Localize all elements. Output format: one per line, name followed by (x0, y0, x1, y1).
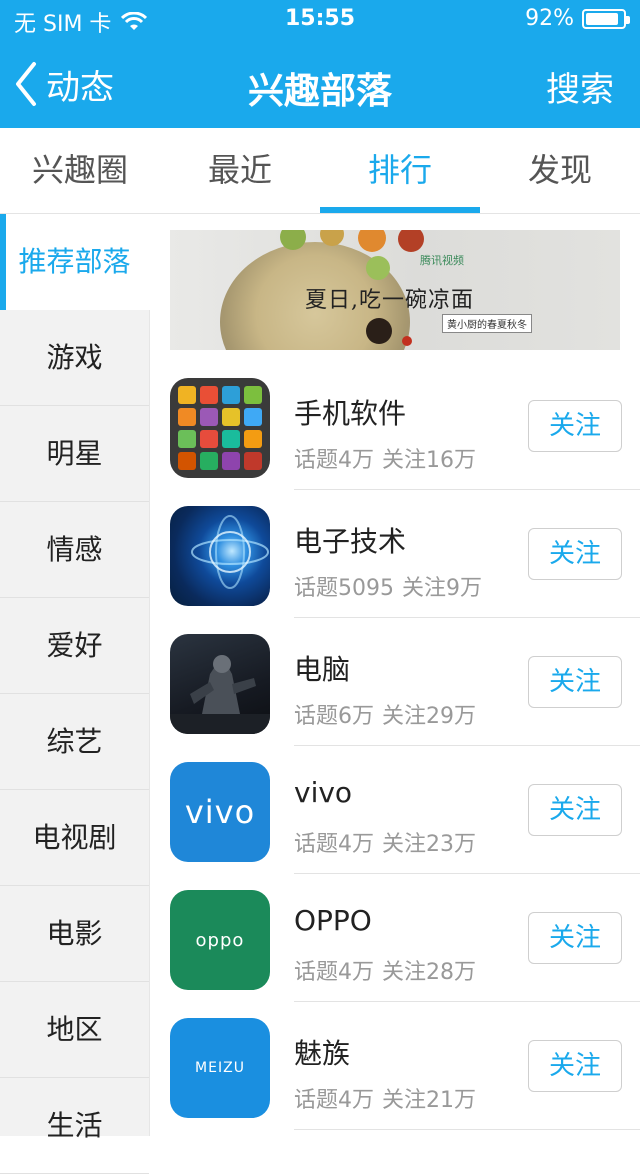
tribe-name: 电脑 (294, 653, 351, 686)
oppo-logo: oppo (170, 890, 270, 990)
battery-area: 92% (525, 6, 630, 31)
sidebar-item-emotion[interactable]: 情感 (0, 502, 149, 598)
follow-button[interactable]: 关注 (528, 400, 622, 452)
tribe-stats: 话题4万 关注23万 (294, 826, 476, 858)
follower-count: 关注9万 (402, 576, 482, 601)
tribe-stats: 话题5095 关注9万 (294, 570, 482, 602)
banner-headline: 夏日,吃一碗凉面 (305, 288, 474, 313)
topic-count: 话题4万 (294, 832, 374, 857)
list-item[interactable]: 手机软件 话题4万 关注16万 关注 (150, 362, 640, 490)
follow-button[interactable]: 关注 (528, 784, 622, 836)
meizu-logo: MEIZU (170, 1018, 270, 1118)
follower-count: 关注16万 (382, 448, 476, 473)
topic-count: 话题4万 (294, 448, 374, 473)
oppo-logo-text: oppo (195, 929, 245, 951)
follow-button[interactable]: 关注 (528, 656, 622, 708)
sidebar-item-recommended[interactable]: 推荐部落 (0, 214, 150, 310)
sidebar-item-variety[interactable]: 综艺 (0, 694, 149, 790)
computer-robot-icon (170, 634, 270, 734)
sidebar-item-hobby[interactable]: 爱好 (0, 598, 149, 694)
battery-tip (626, 15, 630, 24)
tab-recent[interactable]: 最近 (160, 128, 320, 213)
meizu-logo-text: MEIZU (195, 1060, 245, 1076)
tribe-name: OPPO (294, 904, 372, 937)
battery-fill (586, 12, 618, 25)
topic-count: 话题4万 (294, 960, 374, 985)
tribe-name: vivo (294, 776, 353, 809)
follow-button[interactable]: 关注 (528, 1040, 622, 1092)
robot-graphic (170, 655, 270, 734)
list-item[interactable]: 电子技术 话题5095 关注9万 关注 (150, 490, 640, 618)
list-item[interactable]: vivo vivo 话题4万 关注23万 关注 (150, 746, 640, 874)
banner-tag: 黄小厨的春夏秋冬 (442, 314, 532, 333)
globe-graphic (191, 515, 269, 589)
tab-discover[interactable]: 发现 (480, 128, 640, 213)
tech-globe-icon (170, 506, 270, 606)
topic-count: 话题4万 (294, 1088, 374, 1113)
spice-bowl (366, 256, 390, 280)
tab-bar: 兴趣圈 最近 排行 发现 (0, 128, 640, 214)
follower-count: 关注29万 (382, 704, 476, 729)
spice-bowl (398, 230, 424, 252)
topic-count: 话题5095 (294, 576, 394, 601)
chili-pepper (402, 336, 412, 346)
app-header: 无 SIM 卡 15:55 92% 动态 兴趣部落 搜索 (0, 0, 640, 128)
banner-brand: 腾讯视频 (420, 254, 464, 267)
search-button[interactable]: 搜索 (546, 62, 614, 111)
spice-bowl (366, 318, 392, 344)
sidebar-item-stars[interactable]: 明星 (0, 406, 149, 502)
tribe-stats: 话题6万 关注29万 (294, 698, 476, 730)
battery-percent: 92% (525, 6, 574, 31)
sidebar-item-movies[interactable]: 电影 (0, 886, 149, 982)
topic-count: 话题6万 (294, 704, 374, 729)
nav-bar: 动态 兴趣部落 搜索 (0, 40, 640, 128)
tribe-name: 魅族 (294, 1037, 351, 1070)
vivo-logo: vivo (170, 762, 270, 862)
promo-banner[interactable]: 腾讯视频 夏日,吃一碗凉面 黄小厨的春夏秋冬 (170, 230, 620, 350)
tribe-stats: 话题4万 关注21万 (294, 1082, 476, 1114)
tribe-name: 手机软件 (294, 397, 407, 430)
tribe-stats: 话题4万 关注28万 (294, 954, 476, 986)
list-item[interactable]: 电脑 话题6万 关注29万 关注 (150, 618, 640, 746)
status-bar: 无 SIM 卡 15:55 92% (0, 0, 640, 40)
follow-button[interactable]: 关注 (528, 912, 622, 964)
list-item[interactable]: MEIZU 魅族 话题4万 关注21万 关注 (150, 1002, 640, 1130)
tribe-name: 电子技术 (294, 525, 407, 558)
sidebar-item-life[interactable]: 生活 (0, 1078, 149, 1174)
list-item[interactable]: oppo OPPO 话题4万 关注28万 关注 (150, 874, 640, 1002)
battery-icon (582, 8, 630, 29)
follower-count: 关注28万 (382, 960, 476, 985)
sidebar-item-games[interactable]: 游戏 (0, 310, 149, 406)
follower-count: 关注21万 (382, 1088, 476, 1113)
sidebar-item-region[interactable]: 地区 (0, 982, 149, 1078)
tab-interest-circle[interactable]: 兴趣圈 (0, 128, 160, 213)
apps-grid-icon (170, 378, 270, 478)
tribe-list: 手机软件 话题4万 关注16万 关注 电子技术 话题5095 关注9万 关注 电… (150, 362, 640, 1130)
tribe-stats: 话题4万 关注16万 (294, 442, 476, 474)
page-title: 兴趣部落 (247, 71, 392, 112)
tab-ranking[interactable]: 排行 (320, 128, 480, 213)
vivo-logo-text: vivo (184, 793, 256, 831)
spice-bowl (358, 230, 386, 252)
sidebar-item-tv-series[interactable]: 电视剧 (0, 790, 149, 886)
follow-button[interactable]: 关注 (528, 528, 622, 580)
category-sidebar: 推荐部落 游戏 明星 情感 爱好 综艺 电视剧 电影 地区 生活 (0, 214, 150, 1174)
row-divider (294, 1129, 640, 1130)
follower-count: 关注23万 (382, 832, 476, 857)
